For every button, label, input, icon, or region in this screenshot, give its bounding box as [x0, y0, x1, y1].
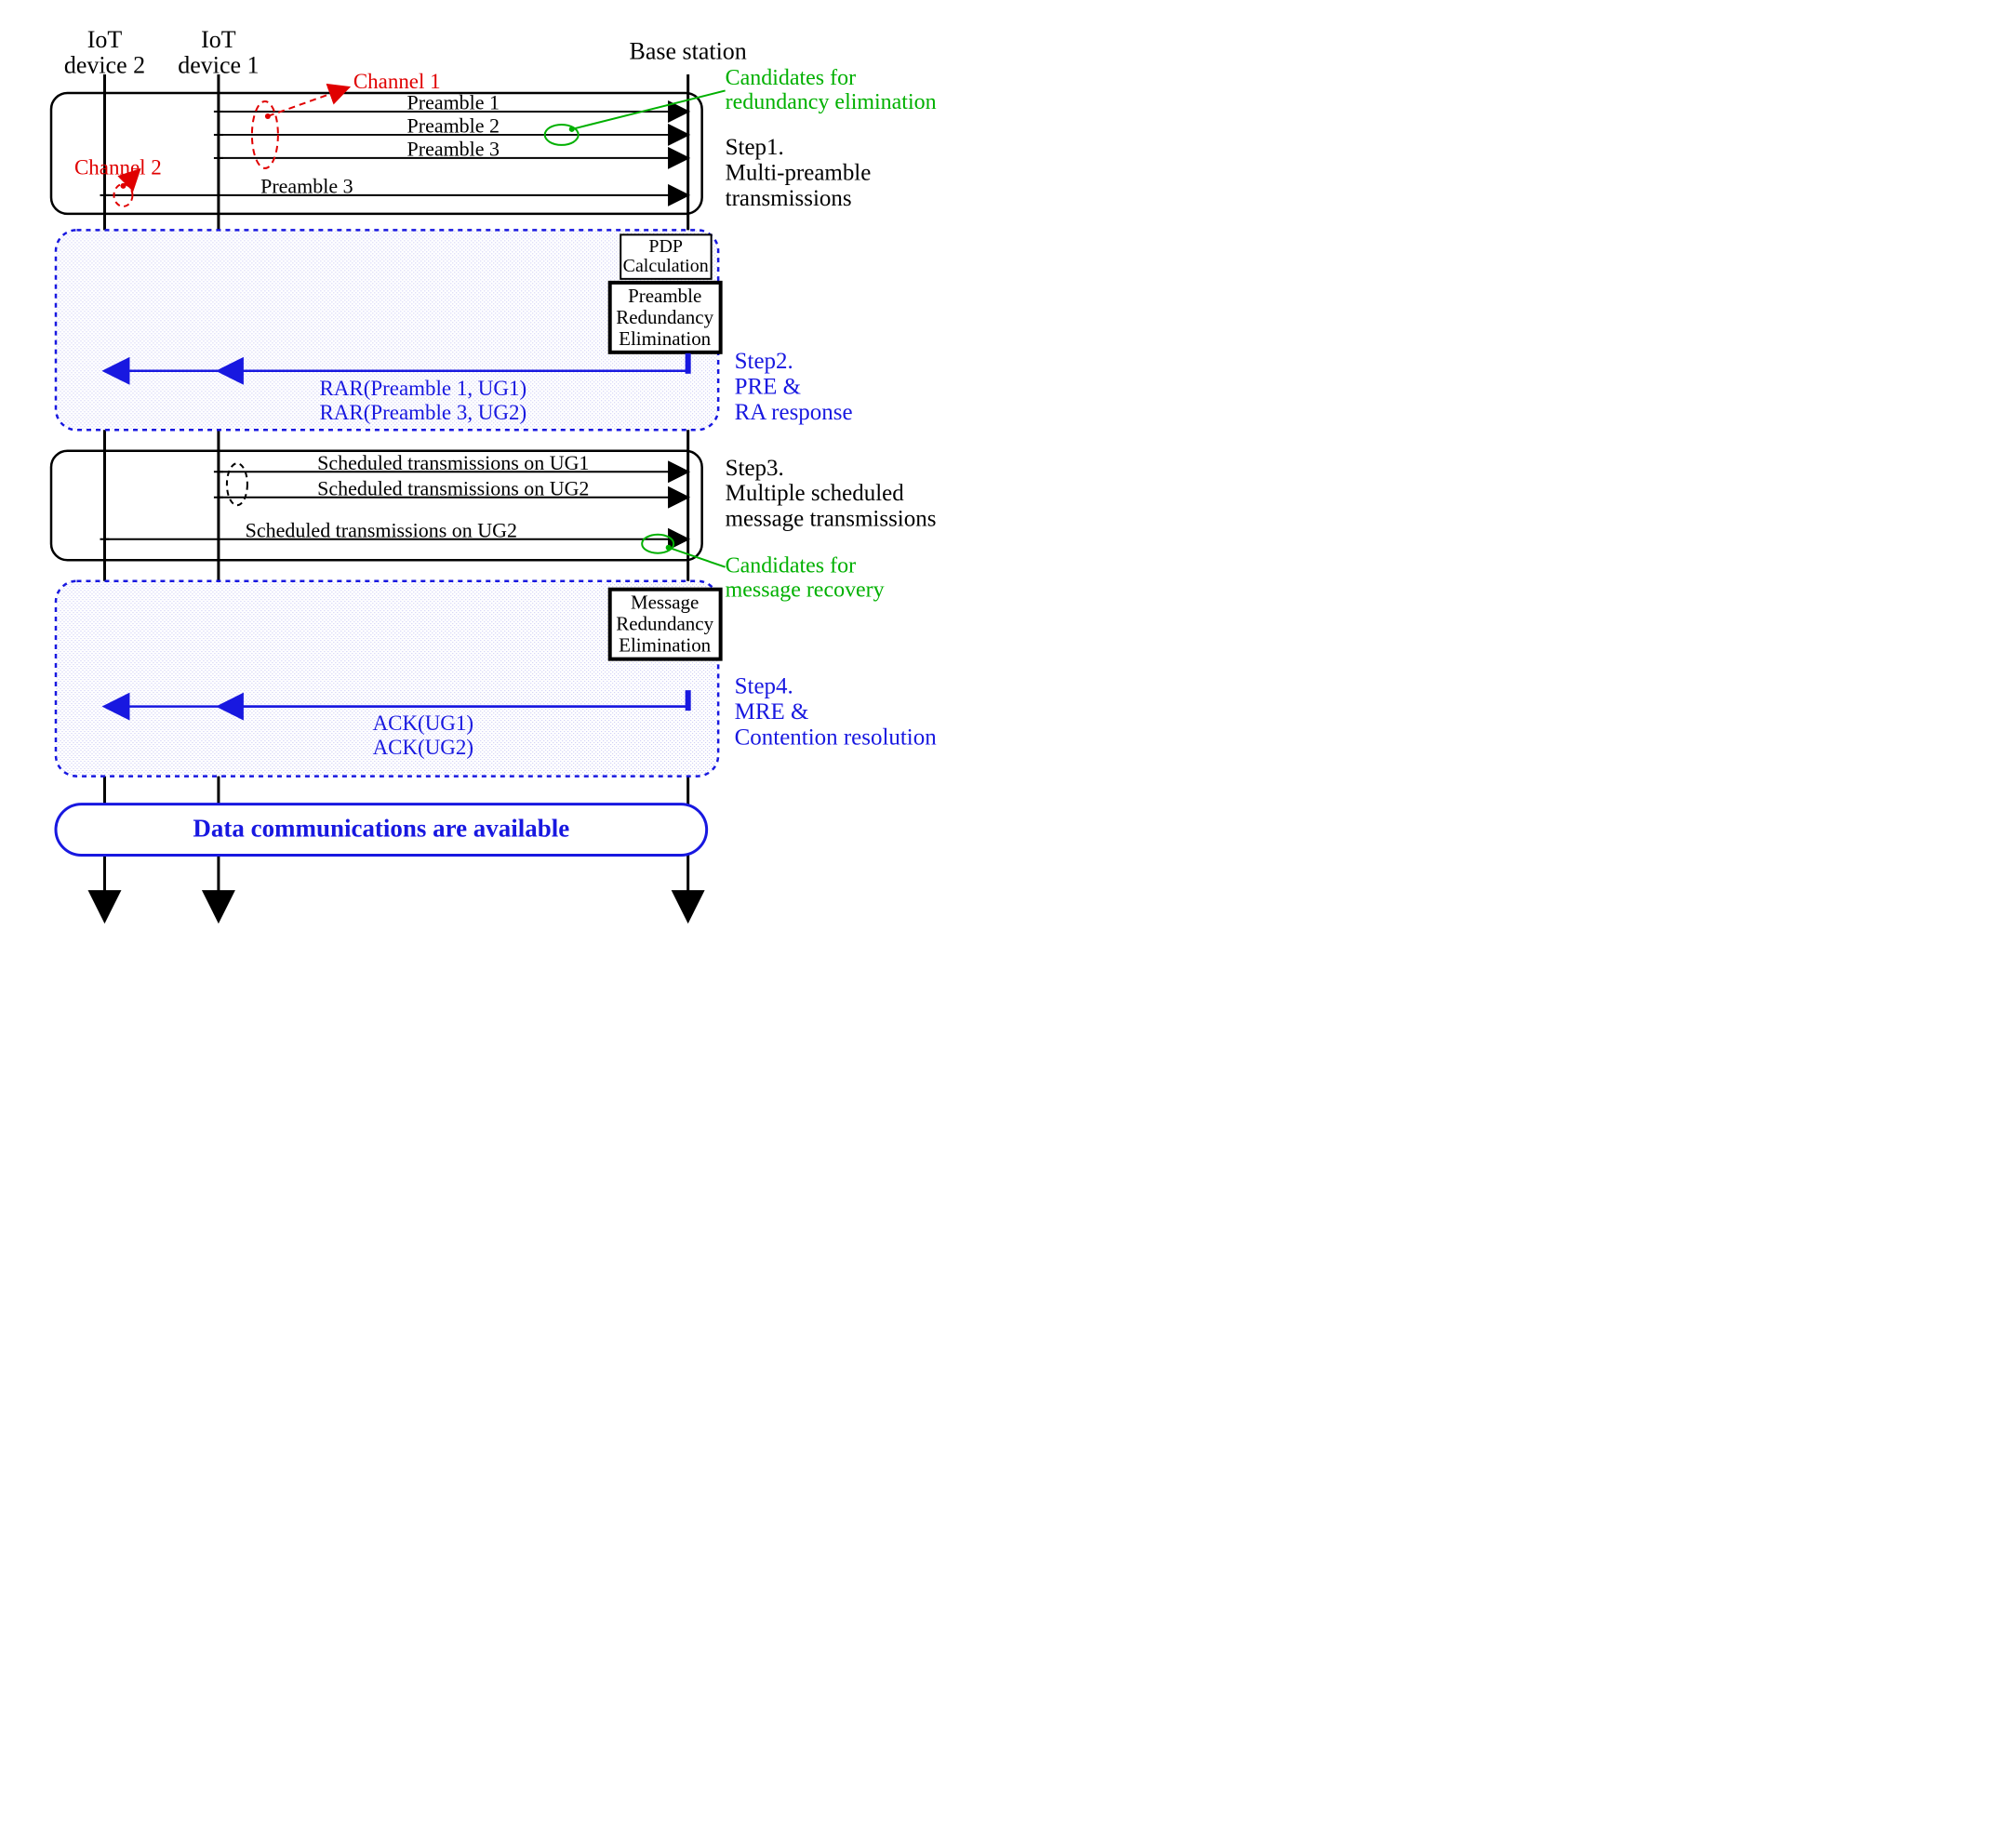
step1-arrows [104, 112, 687, 195]
footer-label: Data communications are available [193, 815, 569, 843]
channel1-label: Channel 1 [353, 70, 441, 93]
svg-text:Step2.PRE &RA response: Step2.PRE &RA response [735, 349, 853, 425]
candidates-recovery-marker [642, 535, 673, 553]
pre-box-label: PreambleRedundancyElimination [616, 285, 713, 350]
svg-text:Step3.Multiple scheduledmessag: Step3.Multiple scheduledmessage transmis… [726, 455, 937, 531]
ack1-label: ACK(UG1) [373, 711, 473, 735]
candidates-recovery-pointer [669, 548, 726, 567]
svg-text:Step1.Multi-preambletransmissi: Step1.Multi-preambletransmissions [726, 135, 872, 211]
preamble3b-label: Preamble 3 [260, 174, 353, 197]
preamble1-label: Preamble 1 [407, 91, 500, 114]
actor-base: Base station [630, 37, 747, 64]
sequence-diagram: IoTdevice 2 IoTdevice 1 Base station Pre… [19, 19, 1018, 942]
step1-arrow-labels: Preamble 1 Preamble 2 Preamble 3 Preambl… [260, 91, 500, 198]
svg-text:Candidates forredundancy elimi: Candidates forredundancy elimination [726, 65, 937, 113]
actor-device2: IoTdevice 2 [64, 26, 145, 78]
preamble3-label: Preamble 3 [407, 137, 500, 160]
actor-device1: IoTdevice 1 [178, 26, 259, 78]
step3-channel-marker [227, 463, 247, 505]
sched3-label: Scheduled transmissions on UG2 [246, 518, 517, 541]
step3-label: Step3.Multiple scheduledmessage transmis… [726, 455, 937, 531]
step3-arrow-labels: Scheduled transmissions on UG1 Scheduled… [246, 451, 590, 541]
channel2-label: Channel 2 [74, 156, 162, 179]
step2-label: Step2.PRE &RA response [735, 349, 853, 425]
step4-label: Step4.MRE &Contention resolution [735, 673, 938, 750]
sched2-label: Scheduled transmissions on UG2 [317, 476, 589, 499]
ack2-label: ACK(UG2) [373, 736, 473, 759]
rar1-label: RAR(Preamble 1, UG1) [319, 377, 526, 400]
step1-label: Step1.Multi-preambletransmissions [726, 135, 872, 211]
svg-text:Candidates formessage recovery: Candidates formessage recovery [726, 553, 885, 602]
rar2-label: RAR(Preamble 3, UG2) [319, 401, 526, 424]
svg-text:Step4.MRE &Contention resoluti: Step4.MRE &Contention resolution [735, 673, 938, 750]
preamble2-label: Preamble 2 [407, 113, 500, 137]
sched1-label: Scheduled transmissions on UG1 [317, 451, 589, 474]
candidates-redundancy-label: Candidates forredundancy elimination [726, 65, 937, 113]
candidates-recovery-label: Candidates formessage recovery [726, 553, 885, 602]
